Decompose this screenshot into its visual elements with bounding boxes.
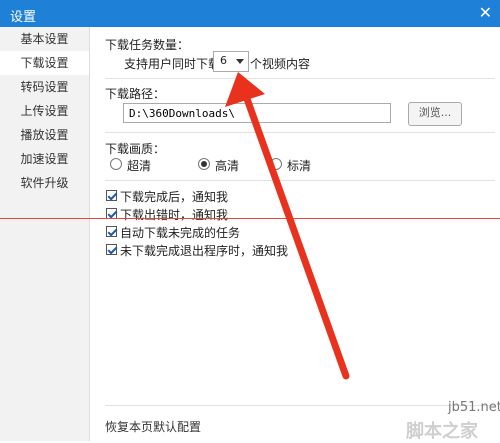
watermark-name: 脚本之家 [406,421,478,442]
watermark-site: jb51.net [448,400,500,415]
annotation-arrow-icon [225,72,350,380]
